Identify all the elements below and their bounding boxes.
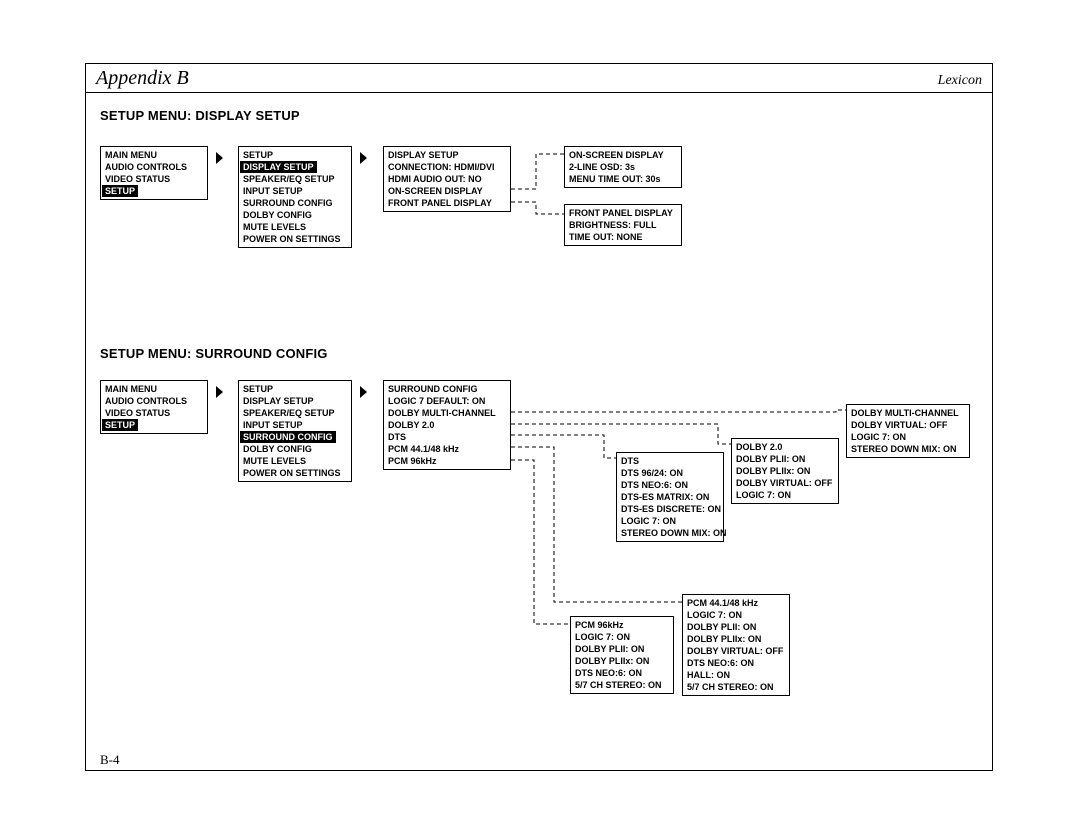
sec2-dolby20: DOLBY 2.0 DOLBY PLII: ON DOLBY PLIIx: ON… <box>731 438 839 504</box>
menu-row: MAIN MENU <box>105 383 203 395</box>
arrow-icon <box>216 386 223 398</box>
menu-row-selected: SETUP <box>102 185 138 197</box>
menu-row: DOLBY PLII: ON <box>575 643 669 655</box>
menu-row: INPUT SETUP <box>243 419 347 431</box>
sec1-display: DISPLAY SETUP CONNECTION: HDMI/DVI HDMI … <box>383 146 511 212</box>
menu-row: LOGIC 7: ON <box>575 631 669 643</box>
menu-row: SETUP <box>243 149 347 161</box>
menu-row: DTS 96/24: ON <box>621 467 719 479</box>
menu-row-selected: DISPLAY SETUP <box>240 161 317 173</box>
menu-row: DOLBY PLII: ON <box>736 453 834 465</box>
menu-row: SURROUND CONFIG <box>388 383 506 395</box>
arrow-icon <box>216 152 223 164</box>
menu-row: DTS-ES DISCRETE: ON <box>621 503 719 515</box>
menu-row: CONNECTION: HDMI/DVI <box>388 161 506 173</box>
menu-row: DOLBY MULTI-CHANNEL <box>388 407 506 419</box>
menu-row: DTS-ES MATRIX: ON <box>621 491 719 503</box>
menu-row: DOLBY CONFIG <box>243 209 347 221</box>
menu-row: LOGIC 7: ON <box>621 515 719 527</box>
menu-row: AUDIO CONTROLS <box>105 395 203 407</box>
sec2-pcm44: PCM 44.1/48 kHz LOGIC 7: ON DOLBY PLII: … <box>682 594 790 696</box>
menu-row: LOGIC 7: ON <box>851 431 965 443</box>
menu-row: HDMI AUDIO OUT: NO <box>388 173 506 185</box>
menu-row: DOLBY PLIIx: ON <box>736 465 834 477</box>
page-header: Appendix B Lexicon <box>86 64 992 93</box>
sec2-surround-config: SURROUND CONFIG LOGIC 7 DEFAULT: ON DOLB… <box>383 380 511 470</box>
sec1-osd: ON-SCREEN DISPLAY 2-LINE OSD: 3s MENU TI… <box>564 146 682 188</box>
menu-row: VIDEO STATUS <box>105 173 203 185</box>
menu-row: MUTE LEVELS <box>243 455 347 467</box>
menu-row: DISPLAY SETUP <box>388 149 506 161</box>
menu-row: MUTE LEVELS <box>243 221 347 233</box>
menu-row: VIDEO STATUS <box>105 407 203 419</box>
menu-row: PCM 44.1/48 kHz <box>388 443 506 455</box>
sec2-mainmenu: MAIN MENU AUDIO CONTROLS VIDEO STATUS SE… <box>100 380 208 434</box>
section1-title: SETUP MENU: DISPLAY SETUP <box>100 108 300 123</box>
menu-row: DOLBY PLIIx: ON <box>687 633 785 645</box>
menu-row: AUDIO CONTROLS <box>105 161 203 173</box>
menu-row: STEREO DOWN MIX: ON <box>621 527 719 539</box>
menu-row: SURROUND CONFIG <box>243 197 347 209</box>
arrow-icon <box>360 386 367 398</box>
header-left: Appendix B <box>96 64 189 90</box>
menu-row: DOLBY CONFIG <box>243 443 347 455</box>
menu-row: DOLBY VIRTUAL: OFF <box>736 477 834 489</box>
menu-row: DTS <box>388 431 506 443</box>
menu-row: DTS <box>621 455 719 467</box>
menu-row: DOLBY PLIIx: ON <box>575 655 669 667</box>
menu-row: POWER ON SETTINGS <box>243 233 347 245</box>
menu-row: 5/7 CH STEREO: ON <box>687 681 785 693</box>
menu-row: SETUP <box>243 383 347 395</box>
menu-row: SPEAKER/EQ SETUP <box>243 407 347 419</box>
menu-row: DTS NEO:6: ON <box>687 657 785 669</box>
menu-row: FRONT PANEL DISPLAY <box>569 207 677 219</box>
menu-row: SPEAKER/EQ SETUP <box>243 173 347 185</box>
menu-row: DTS NEO:6: ON <box>575 667 669 679</box>
sec2-dolby-mc: DOLBY MULTI-CHANNEL DOLBY VIRTUAL: OFF L… <box>846 404 970 458</box>
menu-row: INPUT SETUP <box>243 185 347 197</box>
menu-row: FRONT PANEL DISPLAY <box>388 197 506 209</box>
arrow-icon <box>360 152 367 164</box>
menu-row: DOLBY 2.0 <box>736 441 834 453</box>
menu-row-selected: SETUP <box>102 419 138 431</box>
menu-row: MAIN MENU <box>105 149 203 161</box>
menu-row: DTS NEO:6: ON <box>621 479 719 491</box>
menu-row: PCM 44.1/48 kHz <box>687 597 785 609</box>
section2-title: SETUP MENU: SURROUND CONFIG <box>100 346 328 361</box>
menu-row: DOLBY PLII: ON <box>687 621 785 633</box>
menu-row: 2-LINE OSD: 3s <box>569 161 677 173</box>
menu-row: ON-SCREEN DISPLAY <box>569 149 677 161</box>
menu-row: STEREO DOWN MIX: ON <box>851 443 965 455</box>
menu-row: TIME OUT: NONE <box>569 231 677 243</box>
sec1-setup: SETUP DISPLAY SETUP SPEAKER/EQ SETUP INP… <box>238 146 352 248</box>
page-number: B-4 <box>100 752 120 768</box>
sec2-dts: DTS DTS 96/24: ON DTS NEO:6: ON DTS-ES M… <box>616 452 724 542</box>
menu-row: LOGIC 7: ON <box>736 489 834 501</box>
sec1-fpd: FRONT PANEL DISPLAY BRIGHTNESS: FULL TIM… <box>564 204 682 246</box>
menu-row: ON-SCREEN DISPLAY <box>388 185 506 197</box>
menu-row: DOLBY VIRTUAL: OFF <box>687 645 785 657</box>
menu-row: DOLBY VIRTUAL: OFF <box>851 419 965 431</box>
menu-row-selected: SURROUND CONFIG <box>240 431 336 443</box>
menu-row: DOLBY MULTI-CHANNEL <box>851 407 965 419</box>
menu-row: LOGIC 7: ON <box>687 609 785 621</box>
header-right: Lexicon <box>938 67 982 89</box>
menu-row: BRIGHTNESS: FULL <box>569 219 677 231</box>
menu-row: DISPLAY SETUP <box>243 395 347 407</box>
sec2-pcm96: PCM 96kHz LOGIC 7: ON DOLBY PLII: ON DOL… <box>570 616 674 694</box>
menu-row: PCM 96kHz <box>575 619 669 631</box>
menu-row: 5/7 CH STEREO: ON <box>575 679 669 691</box>
menu-row: MENU TIME OUT: 30s <box>569 173 677 185</box>
page-frame: Appendix B Lexicon SETUP MENU: DISPLAY S… <box>85 63 993 771</box>
menu-row: PCM 96kHz <box>388 455 506 467</box>
menu-row: DOLBY 2.0 <box>388 419 506 431</box>
menu-row: LOGIC 7 DEFAULT: ON <box>388 395 506 407</box>
sec1-mainmenu: MAIN MENU AUDIO CONTROLS VIDEO STATUS SE… <box>100 146 208 200</box>
menu-row: POWER ON SETTINGS <box>243 467 347 479</box>
sec2-setup: SETUP DISPLAY SETUP SPEAKER/EQ SETUP INP… <box>238 380 352 482</box>
menu-row: HALL: ON <box>687 669 785 681</box>
